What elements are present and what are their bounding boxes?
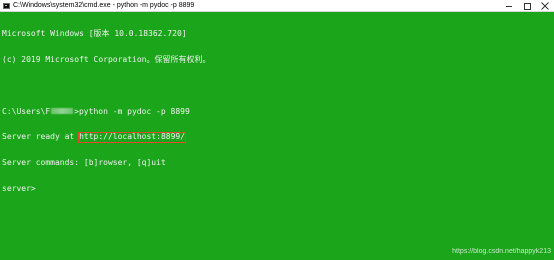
title-bar[interactable]: C:\Windows\system32\cmd.exe - python -m … — [0, 0, 554, 12]
text-cursor — [36, 189, 41, 191]
version-line: Microsoft Windows [版本 10.0.18362.720] — [2, 29, 187, 39]
server-prompt-line: server> — [2, 183, 552, 194]
command-text: >python -m pydoc -p 8899 — [74, 106, 190, 116]
window-title: C:\Windows\system32\cmd.exe - python -m … — [13, 1, 195, 9]
server-ready-line: Server ready at http://localhost:8899/ — [2, 132, 552, 143]
server-commands-line: Server commands: [b]rowser, [q]uit — [2, 158, 166, 168]
minimize-button[interactable] — [500, 0, 518, 12]
console-output[interactable]: Microsoft Windows [版本 10.0.18362.720] (c… — [2, 13, 552, 253]
window-controls — [500, 0, 554, 12]
watermark: https://blog.csdn.net/happyk213 — [452, 248, 551, 255]
maximize-button[interactable] — [518, 0, 536, 12]
redacted-username — [51, 108, 74, 115]
command-line: C:\Users\F >python -m pydoc -p 8899 — [2, 106, 552, 117]
close-button[interactable] — [536, 0, 554, 12]
server-url[interactable]: http://localhost:8899/ — [78, 132, 187, 143]
cmd-window: C:\Windows\system32\cmd.exe - python -m … — [0, 0, 554, 260]
prompt-path: C:\Users\F — [2, 106, 51, 116]
server-ready-label: Server ready at — [2, 132, 80, 142]
close-icon — [541, 1, 549, 10]
cmd-icon — [3, 2, 10, 9]
server-prompt: server> — [2, 183, 36, 193]
copyright-line: (c) 2019 Microsoft Corporation。保留所有权利。 — [2, 54, 211, 64]
